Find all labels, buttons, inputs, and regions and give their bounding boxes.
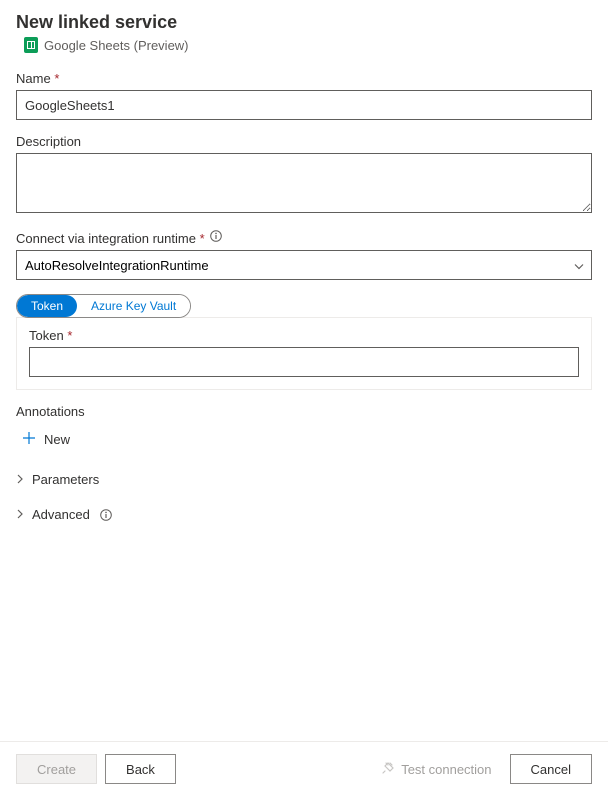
runtime-select-wrap: AutoResolveIntegrationRuntime (16, 250, 592, 280)
runtime-select[interactable]: AutoResolveIntegrationRuntime (16, 250, 592, 280)
add-annotation-label: New (44, 432, 70, 447)
parameters-section: Parameters (16, 466, 592, 493)
token-section: Token Azure Key Vault Token * (16, 294, 592, 390)
token-label-text: Token (29, 328, 64, 343)
required-asterisk: * (200, 231, 205, 246)
token-label: Token * (29, 328, 579, 343)
required-asterisk: * (67, 328, 72, 343)
token-input[interactable] (29, 347, 579, 377)
parameters-label: Parameters (32, 472, 99, 487)
form-content: New linked service Google Sheets (Previe… (0, 0, 608, 741)
info-icon[interactable] (210, 230, 222, 242)
add-annotation-button[interactable]: New (16, 427, 76, 452)
annotations-label: Annotations (16, 404, 592, 419)
name-field-group: Name * (16, 71, 592, 120)
runtime-label-text: Connect via integration runtime (16, 231, 196, 246)
description-label: Description (16, 134, 592, 149)
name-label-text: Name (16, 71, 51, 86)
token-box: Token * (16, 317, 592, 390)
parameters-toggle[interactable]: Parameters (16, 466, 99, 493)
footer: Create Back Test connection Cancel (0, 741, 608, 796)
annotations-section: Annotations New (16, 404, 592, 452)
service-type-row: Google Sheets (Preview) (24, 37, 592, 53)
cancel-button[interactable]: Cancel (510, 754, 592, 784)
name-label: Name * (16, 71, 592, 86)
advanced-toggle[interactable]: Advanced (16, 501, 112, 528)
test-connection-label: Test connection (401, 762, 491, 777)
chevron-right-icon (16, 472, 24, 487)
service-type-label: Google Sheets (Preview) (44, 38, 189, 53)
name-input[interactable] (16, 90, 592, 120)
runtime-label: Connect via integration runtime * (16, 230, 592, 246)
chevron-right-icon (16, 507, 24, 522)
description-textarea[interactable] (16, 153, 592, 213)
plug-icon (381, 761, 395, 778)
required-asterisk: * (54, 71, 59, 86)
token-tab-group: Token Azure Key Vault (16, 294, 191, 318)
info-icon (100, 509, 112, 521)
description-field-group: Description (16, 134, 592, 216)
plus-icon (22, 431, 36, 448)
tab-token[interactable]: Token (17, 295, 77, 317)
back-button[interactable]: Back (105, 754, 176, 784)
create-button[interactable]: Create (16, 754, 97, 784)
advanced-section: Advanced (16, 501, 592, 528)
tab-azure-key-vault[interactable]: Azure Key Vault (77, 295, 190, 317)
advanced-label: Advanced (32, 507, 90, 522)
runtime-field-group: Connect via integration runtime * AutoRe… (16, 230, 592, 280)
page-title: New linked service (16, 12, 592, 33)
google-sheets-icon (24, 37, 38, 53)
test-connection-button[interactable]: Test connection (371, 754, 501, 784)
